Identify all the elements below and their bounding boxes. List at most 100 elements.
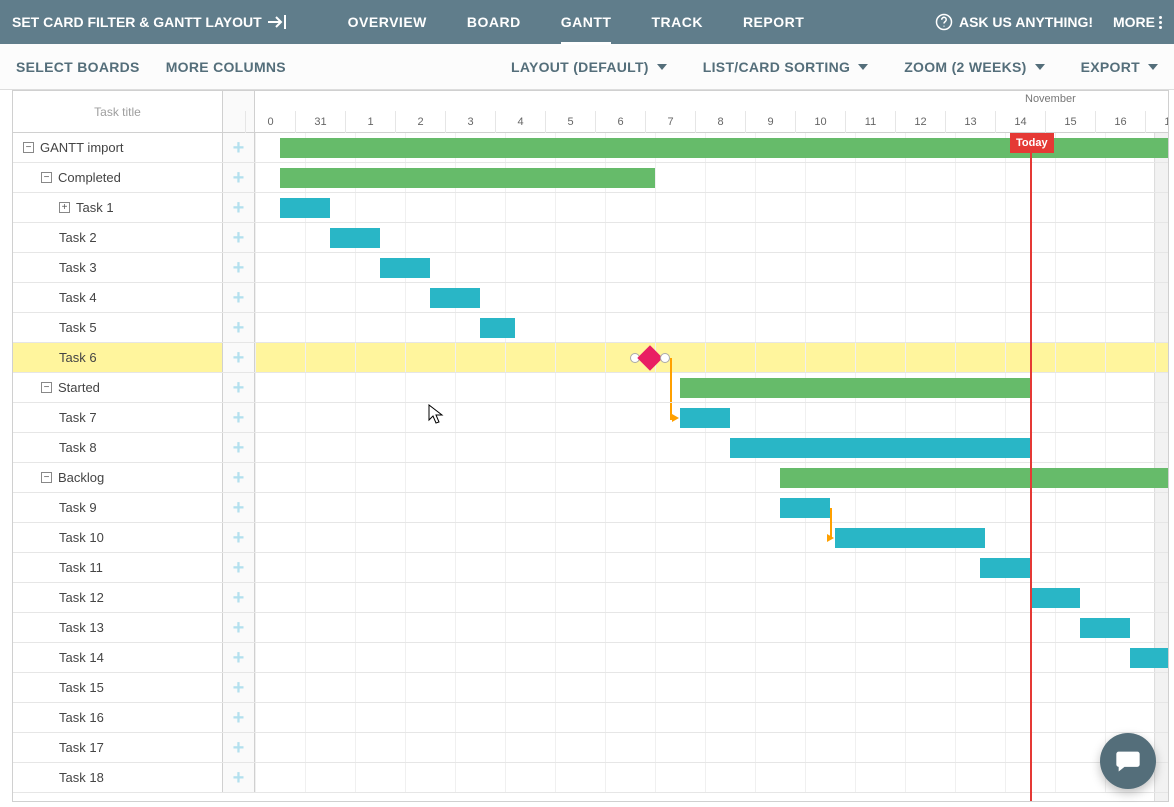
gantt-row[interactable]: −Started+ bbox=[13, 373, 1168, 403]
chevron-down-icon bbox=[1035, 64, 1045, 70]
task-title-label: Task 4 bbox=[59, 290, 97, 305]
plus-icon: + bbox=[233, 348, 245, 368]
timeline-header: November 0311234567891011121314151617 bbox=[255, 91, 1168, 132]
gantt-row[interactable]: Task 16+ bbox=[13, 703, 1168, 733]
add-subtask-button[interactable]: + bbox=[223, 193, 255, 222]
gantt-row[interactable]: Task 6+ bbox=[13, 343, 1168, 373]
gantt-bar[interactable] bbox=[780, 498, 830, 518]
gantt-bar[interactable] bbox=[730, 438, 1030, 458]
chat-fab-button[interactable] bbox=[1100, 733, 1156, 789]
gantt-row[interactable]: Task 3+ bbox=[13, 253, 1168, 283]
chevron-down-icon bbox=[657, 64, 667, 70]
gantt-row[interactable]: Task 5+ bbox=[13, 313, 1168, 343]
more-columns-button[interactable]: MORE COLUMNS bbox=[166, 59, 286, 75]
sorting-dropdown[interactable]: LIST/CARD SORTING bbox=[703, 59, 868, 75]
ask-us-anything-button[interactable]: ASK US ANYTHING! bbox=[935, 13, 1093, 31]
collapse-minus-icon[interactable]: − bbox=[41, 172, 52, 183]
gantt-row[interactable]: Task 13+ bbox=[13, 613, 1168, 643]
gantt-bar[interactable] bbox=[780, 468, 1168, 488]
help-circle-icon bbox=[935, 13, 953, 31]
gantt-bar[interactable] bbox=[980, 558, 1030, 578]
gantt-bar[interactable] bbox=[480, 318, 515, 338]
gantt-row[interactable]: Task 2+ bbox=[13, 223, 1168, 253]
gantt-row[interactable]: Task 18+ bbox=[13, 763, 1168, 793]
chat-icon bbox=[1114, 747, 1142, 775]
add-subtask-button[interactable]: + bbox=[223, 763, 255, 792]
gantt-bar[interactable] bbox=[835, 528, 985, 548]
gantt-row[interactable]: Task 12+ bbox=[13, 583, 1168, 613]
gantt-bar[interactable] bbox=[1080, 618, 1130, 638]
set-card-filter-button[interactable]: SET CARD FILTER & GANTT LAYOUT bbox=[12, 14, 288, 30]
tab-overview[interactable]: OVERVIEW bbox=[348, 0, 427, 44]
add-subtask-button[interactable]: + bbox=[223, 343, 255, 372]
gantt-bar[interactable] bbox=[430, 288, 480, 308]
gantt-bar[interactable] bbox=[680, 408, 730, 428]
gantt-bar[interactable] bbox=[280, 198, 330, 218]
collapse-minus-icon[interactable]: − bbox=[23, 142, 34, 153]
gantt-row[interactable]: Task 4 + bbox=[13, 283, 1168, 313]
gantt-bar[interactable] bbox=[1130, 648, 1168, 668]
gantt-row[interactable]: +Task 1+ bbox=[13, 193, 1168, 223]
tab-board[interactable]: BOARD bbox=[467, 0, 521, 44]
add-subtask-button[interactable]: + bbox=[223, 223, 255, 252]
milestone-handle[interactable] bbox=[660, 353, 670, 363]
gantt-row[interactable]: Task 15+ bbox=[13, 673, 1168, 703]
more-menu-button[interactable]: MORE bbox=[1113, 14, 1162, 30]
gantt-row[interactable]: Task 11+ bbox=[13, 553, 1168, 583]
gantt-row[interactable]: −Backlog+ bbox=[13, 463, 1168, 493]
today-indicator-line bbox=[1030, 133, 1032, 801]
gantt-row[interactable]: Task 7+ bbox=[13, 403, 1168, 433]
export-dropdown[interactable]: EXPORT bbox=[1081, 59, 1158, 75]
tab-track[interactable]: TRACK bbox=[651, 0, 703, 44]
timeline-day: 7 bbox=[645, 111, 695, 133]
task-title-label: GANTT import bbox=[40, 140, 124, 155]
gantt-row[interactable]: −Completed+ bbox=[13, 163, 1168, 193]
add-subtask-button[interactable]: + bbox=[223, 463, 255, 492]
gantt-row[interactable]: Task 8+ bbox=[13, 433, 1168, 463]
add-subtask-button[interactable]: + bbox=[223, 553, 255, 582]
gantt-bar[interactable] bbox=[330, 228, 380, 248]
milestone-diamond[interactable] bbox=[637, 345, 662, 370]
add-subtask-button[interactable]: + bbox=[223, 733, 255, 762]
gantt-row[interactable]: −GANTT import + bbox=[13, 133, 1168, 163]
add-subtask-button[interactable]: + bbox=[223, 703, 255, 732]
add-subtask-button[interactable]: + bbox=[223, 613, 255, 642]
add-subtask-button[interactable]: + bbox=[223, 313, 255, 342]
gantt-row[interactable]: Task 9+ bbox=[13, 493, 1168, 523]
add-subtask-button[interactable]: + bbox=[223, 253, 255, 282]
tab-gantt[interactable]: GANTT bbox=[561, 0, 612, 44]
timeline-day: 2 bbox=[395, 111, 445, 133]
gantt-bar[interactable] bbox=[380, 258, 430, 278]
timeline-day: 16 bbox=[1095, 111, 1145, 133]
add-subtask-button[interactable]: + bbox=[223, 373, 255, 402]
add-subtask-button[interactable]: + bbox=[223, 673, 255, 702]
add-subtask-button[interactable]: + bbox=[223, 403, 255, 432]
gantt-row[interactable]: Task 17+ bbox=[13, 733, 1168, 763]
gantt-bar[interactable] bbox=[280, 168, 655, 188]
zoom-dropdown[interactable]: ZOOM (2 WEEKS) bbox=[904, 59, 1044, 75]
task-title-label: Task 10 bbox=[59, 530, 104, 545]
timeline-day: 9 bbox=[745, 111, 795, 133]
gantt-row[interactable]: Task 14+ bbox=[13, 643, 1168, 673]
plus-icon: + bbox=[233, 498, 245, 518]
plus-icon: + bbox=[233, 228, 245, 248]
add-subtask-button[interactable]: + bbox=[223, 493, 255, 522]
add-subtask-button[interactable]: + bbox=[223, 283, 255, 312]
gantt-bar[interactable] bbox=[680, 378, 1030, 398]
tab-report[interactable]: REPORT bbox=[743, 0, 804, 44]
select-boards-button[interactable]: SELECT BOARDS bbox=[16, 59, 140, 75]
gantt-bar[interactable] bbox=[1030, 588, 1080, 608]
collapse-minus-icon[interactable]: − bbox=[41, 472, 52, 483]
expand-plus-icon[interactable]: + bbox=[59, 202, 70, 213]
more-vertical-icon bbox=[1159, 16, 1162, 29]
add-subtask-button[interactable]: + bbox=[223, 133, 255, 162]
layout-dropdown[interactable]: LAYOUT (DEFAULT) bbox=[511, 59, 667, 75]
add-subtask-button[interactable]: + bbox=[223, 433, 255, 462]
add-subtask-button[interactable]: + bbox=[223, 163, 255, 192]
add-subtask-button[interactable]: + bbox=[223, 523, 255, 552]
collapse-minus-icon[interactable]: − bbox=[41, 382, 52, 393]
timeline-day: 1 bbox=[345, 111, 395, 133]
gantt-row[interactable]: Task 10 + bbox=[13, 523, 1168, 553]
add-subtask-button[interactable]: + bbox=[223, 643, 255, 672]
add-subtask-button[interactable]: + bbox=[223, 583, 255, 612]
